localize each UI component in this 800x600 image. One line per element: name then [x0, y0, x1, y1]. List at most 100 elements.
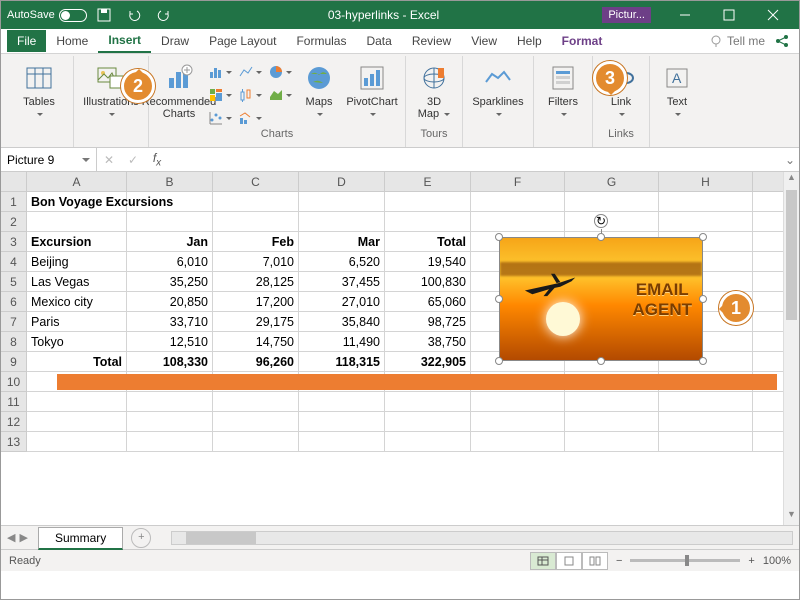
col-header[interactable]: B: [127, 172, 213, 191]
cell[interactable]: 35,840: [299, 312, 385, 331]
tab-home[interactable]: Home: [46, 30, 98, 52]
undo-icon[interactable]: [121, 4, 147, 26]
cell[interactable]: 19,540: [385, 252, 471, 271]
cell[interactable]: [659, 432, 753, 451]
col-header[interactable]: C: [213, 172, 299, 191]
row-header[interactable]: 3: [1, 232, 26, 252]
cell[interactable]: 65,060: [385, 292, 471, 311]
zoom-out-button[interactable]: −: [616, 555, 622, 567]
row-header[interactable]: 5: [1, 272, 26, 292]
cell[interactable]: [385, 192, 471, 211]
resize-handle[interactable]: [495, 233, 503, 241]
cell[interactable]: 98,725: [385, 312, 471, 331]
sheet-nav[interactable]: ◀▶: [7, 531, 28, 544]
tables-button[interactable]: Tables: [11, 58, 67, 120]
cell[interactable]: [471, 212, 565, 231]
cell[interactable]: [385, 412, 471, 431]
tell-me-search[interactable]: Tell me: [709, 34, 765, 48]
cell[interactable]: [213, 212, 299, 231]
cell[interactable]: Bon Voyage Excursions: [27, 192, 127, 211]
cell[interactable]: Feb: [213, 232, 299, 251]
cell[interactable]: [127, 412, 213, 431]
cell[interactable]: [565, 432, 659, 451]
hierarchy-chart-icon[interactable]: [207, 85, 233, 105]
col-header[interactable]: A: [27, 172, 127, 191]
resize-handle[interactable]: [597, 233, 605, 241]
formula-input[interactable]: [169, 148, 781, 171]
cell[interactable]: [299, 412, 385, 431]
cell[interactable]: [471, 392, 565, 411]
tab-view[interactable]: View: [461, 30, 507, 52]
cell[interactable]: [299, 212, 385, 231]
cell[interactable]: Paris: [27, 312, 127, 331]
page-layout-view-icon[interactable]: [556, 552, 582, 570]
row-header[interactable]: 8: [1, 332, 26, 352]
cell[interactable]: [385, 432, 471, 451]
cell[interactable]: 7,010: [213, 252, 299, 271]
scroll-thumb[interactable]: [786, 190, 797, 320]
email-agent-image[interactable]: EMAILAGENT: [500, 238, 702, 360]
cell[interactable]: 28,125: [213, 272, 299, 291]
rotate-handle[interactable]: ↻: [594, 214, 608, 228]
cell[interactable]: Mar: [299, 232, 385, 251]
cell[interactable]: [127, 432, 213, 451]
cell[interactable]: 96,260: [213, 352, 299, 371]
cell[interactable]: [471, 412, 565, 431]
redo-icon[interactable]: [151, 4, 177, 26]
cell[interactable]: 100,830: [385, 272, 471, 291]
column-chart-icon[interactable]: [207, 62, 233, 82]
row-header[interactable]: 12: [1, 412, 26, 432]
cell[interactable]: 322,905: [385, 352, 471, 371]
cell[interactable]: 20,850: [127, 292, 213, 311]
resize-handle[interactable]: [699, 295, 707, 303]
expand-formula-icon[interactable]: ⌄: [781, 153, 799, 167]
select-all-corner[interactable]: [1, 172, 27, 192]
cell[interactable]: 12,510: [127, 332, 213, 351]
tab-page-layout[interactable]: Page Layout: [199, 30, 286, 52]
cell[interactable]: [659, 212, 753, 231]
cell[interactable]: 27,010: [299, 292, 385, 311]
share-button[interactable]: [771, 34, 793, 48]
cell[interactable]: [385, 212, 471, 231]
cell[interactable]: 108,330: [127, 352, 213, 371]
sparklines-button[interactable]: Sparklines: [469, 58, 527, 120]
tab-formulas[interactable]: Formulas: [286, 30, 356, 52]
cell[interactable]: [127, 212, 213, 231]
col-header[interactable]: E: [385, 172, 471, 191]
cell[interactable]: [299, 192, 385, 211]
resize-handle[interactable]: [597, 357, 605, 365]
cell[interactable]: 33,710: [127, 312, 213, 331]
cell[interactable]: 6,520: [299, 252, 385, 271]
maps-button[interactable]: Maps: [297, 58, 341, 120]
cell[interactable]: [27, 412, 127, 431]
orange-shape[interactable]: [57, 374, 777, 390]
autosave-toggle[interactable]: AutoSave: [7, 9, 87, 22]
cancel-icon[interactable]: ✕: [97, 153, 121, 167]
cell[interactable]: Jan: [127, 232, 213, 251]
cell[interactable]: [659, 412, 753, 431]
resize-handle[interactable]: [699, 357, 707, 365]
page-break-view-icon[interactable]: [582, 552, 608, 570]
cell[interactable]: 6,010: [127, 252, 213, 271]
pivotchart-button[interactable]: PivotChart: [345, 58, 399, 120]
cell[interactable]: Beijing: [27, 252, 127, 271]
cell[interactable]: [27, 392, 127, 411]
cell[interactable]: Mexico city: [27, 292, 127, 311]
row-header[interactable]: 10: [1, 372, 26, 392]
tab-insert[interactable]: Insert: [98, 29, 151, 53]
cell[interactable]: [385, 392, 471, 411]
cell[interactable]: [565, 192, 659, 211]
fx-icon[interactable]: fx: [145, 151, 169, 168]
cell[interactable]: Total: [27, 352, 127, 371]
col-header[interactable]: G: [565, 172, 659, 191]
cell[interactable]: [565, 212, 659, 231]
cell[interactable]: [27, 212, 127, 231]
tab-review[interactable]: Review: [402, 30, 461, 52]
line-chart-icon[interactable]: [237, 62, 263, 82]
close-button[interactable]: [751, 1, 795, 29]
tab-help[interactable]: Help: [507, 30, 552, 52]
row-header[interactable]: 2: [1, 212, 26, 232]
cell[interactable]: [127, 392, 213, 411]
cell[interactable]: [471, 192, 565, 211]
row-header[interactable]: 9: [1, 352, 26, 372]
